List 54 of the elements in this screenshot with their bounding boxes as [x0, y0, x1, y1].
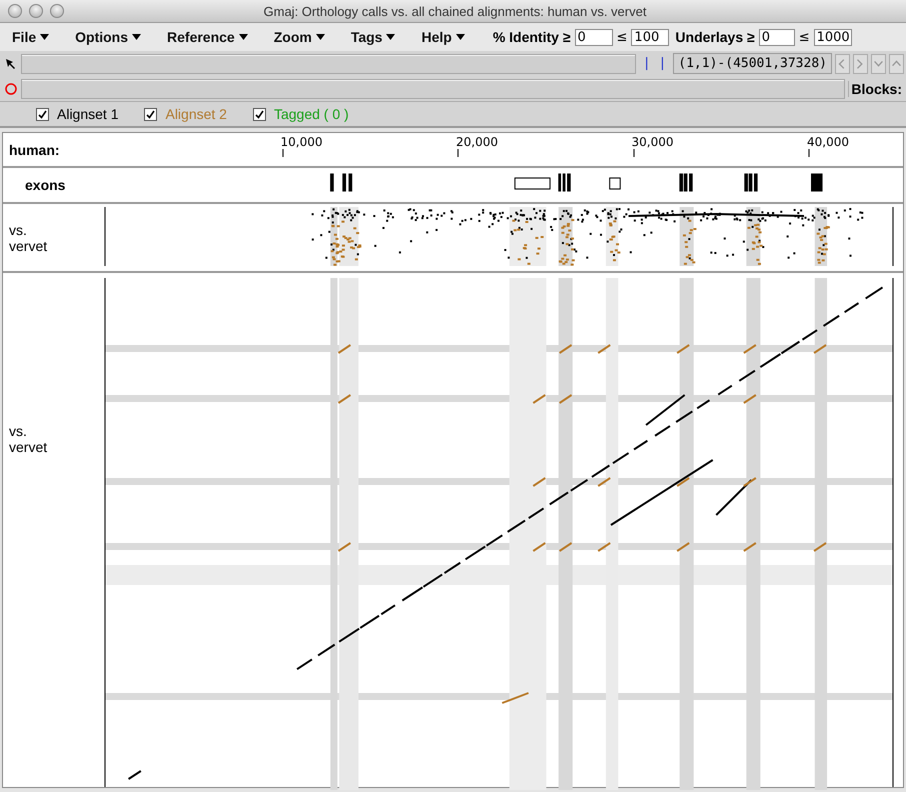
menu[interactable]: File — [8, 29, 54, 45]
pip-label: vs. vervet — [8, 222, 48, 254]
menu[interactable]: Help — [417, 29, 469, 45]
max-field[interactable]: 1000 — [814, 28, 852, 46]
min-field[interactable]: 0 — [574, 28, 613, 46]
le-sign: ≤ — [798, 30, 810, 44]
caret-icon — [456, 34, 465, 40]
menu[interactable]: Reference — [163, 29, 252, 45]
ruler-tick — [808, 149, 810, 157]
menu[interactable]: Options — [71, 29, 146, 45]
caret-icon — [132, 34, 142, 40]
checkbox-label: Alignset 2 — [165, 106, 227, 122]
exon-underlay-band — [509, 207, 546, 266]
window-close-button[interactable] — [8, 4, 22, 18]
le-sign: ≤ — [616, 30, 628, 44]
plot-border — [892, 206, 894, 266]
exons-label: exons — [24, 177, 66, 193]
window-zoom-button[interactable] — [50, 4, 64, 18]
plot-border — [104, 206, 106, 266]
position-range: (1,1)-(45001,37328) — [673, 53, 832, 74]
checkbox[interactable] — [36, 108, 49, 120]
circle-icon[interactable] — [4, 82, 18, 96]
ruler-tick-label: 40,000 — [807, 135, 849, 149]
ruler-tick — [457, 149, 459, 157]
ruler-tick-label: 30,000 — [632, 135, 674, 149]
ruler-tick — [632, 149, 634, 157]
nav-button[interactable] — [889, 54, 904, 74]
checkbox[interactable] — [252, 108, 266, 120]
nav-button[interactable] — [835, 54, 850, 74]
checkbox-label: Tagged ( 0 ) — [274, 106, 349, 122]
ruler-tick-label: 20,000 — [456, 135, 498, 149]
blocks-label: Blocks: — [848, 80, 904, 96]
window-title: Gmaj: Orthology calls vs. all chained alignments: human vs. vervet — [262, 4, 648, 18]
caret-icon — [386, 34, 396, 40]
ruler-tick-label: 10,000 — [280, 135, 322, 149]
dotplot-label: vs. vervet — [8, 422, 48, 455]
min-field[interactable]: 0 — [758, 28, 795, 46]
caret-icon — [40, 34, 50, 40]
nav-button[interactable] — [871, 54, 886, 74]
menu[interactable]: Zoom — [270, 29, 329, 45]
filter-label: % Identity ≥ — [492, 29, 571, 45]
ruler-tick — [282, 149, 284, 157]
sequence-label: human: — [8, 142, 61, 158]
caret-icon — [316, 34, 325, 40]
divider-marker: | | — [642, 56, 668, 71]
caret-icon — [238, 34, 248, 40]
checkbox[interactable] — [144, 108, 158, 120]
window-minimize-button[interactable] — [29, 4, 43, 18]
pointer-icon[interactable] — [4, 56, 18, 70]
checkbox-label: Alignset 1 — [57, 106, 118, 122]
max-field[interactable]: 100 — [631, 28, 670, 46]
filter-label: Underlays ≥ — [675, 29, 755, 45]
menu[interactable]: Tags — [346, 29, 400, 45]
nav-button[interactable] — [853, 54, 868, 74]
